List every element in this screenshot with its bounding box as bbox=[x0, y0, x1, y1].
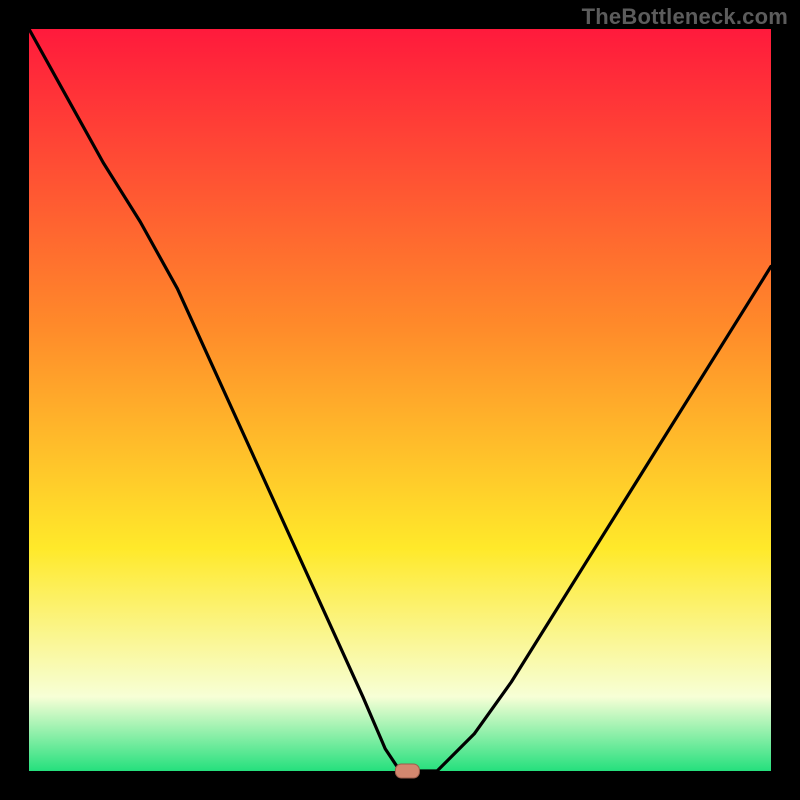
chart-stage: { "watermark": "TheBottleneck.com", "col… bbox=[0, 0, 800, 800]
plot-background bbox=[29, 29, 771, 771]
watermark-text: TheBottleneck.com bbox=[582, 4, 788, 30]
chart-svg bbox=[0, 0, 800, 800]
optimal-marker bbox=[395, 764, 419, 778]
